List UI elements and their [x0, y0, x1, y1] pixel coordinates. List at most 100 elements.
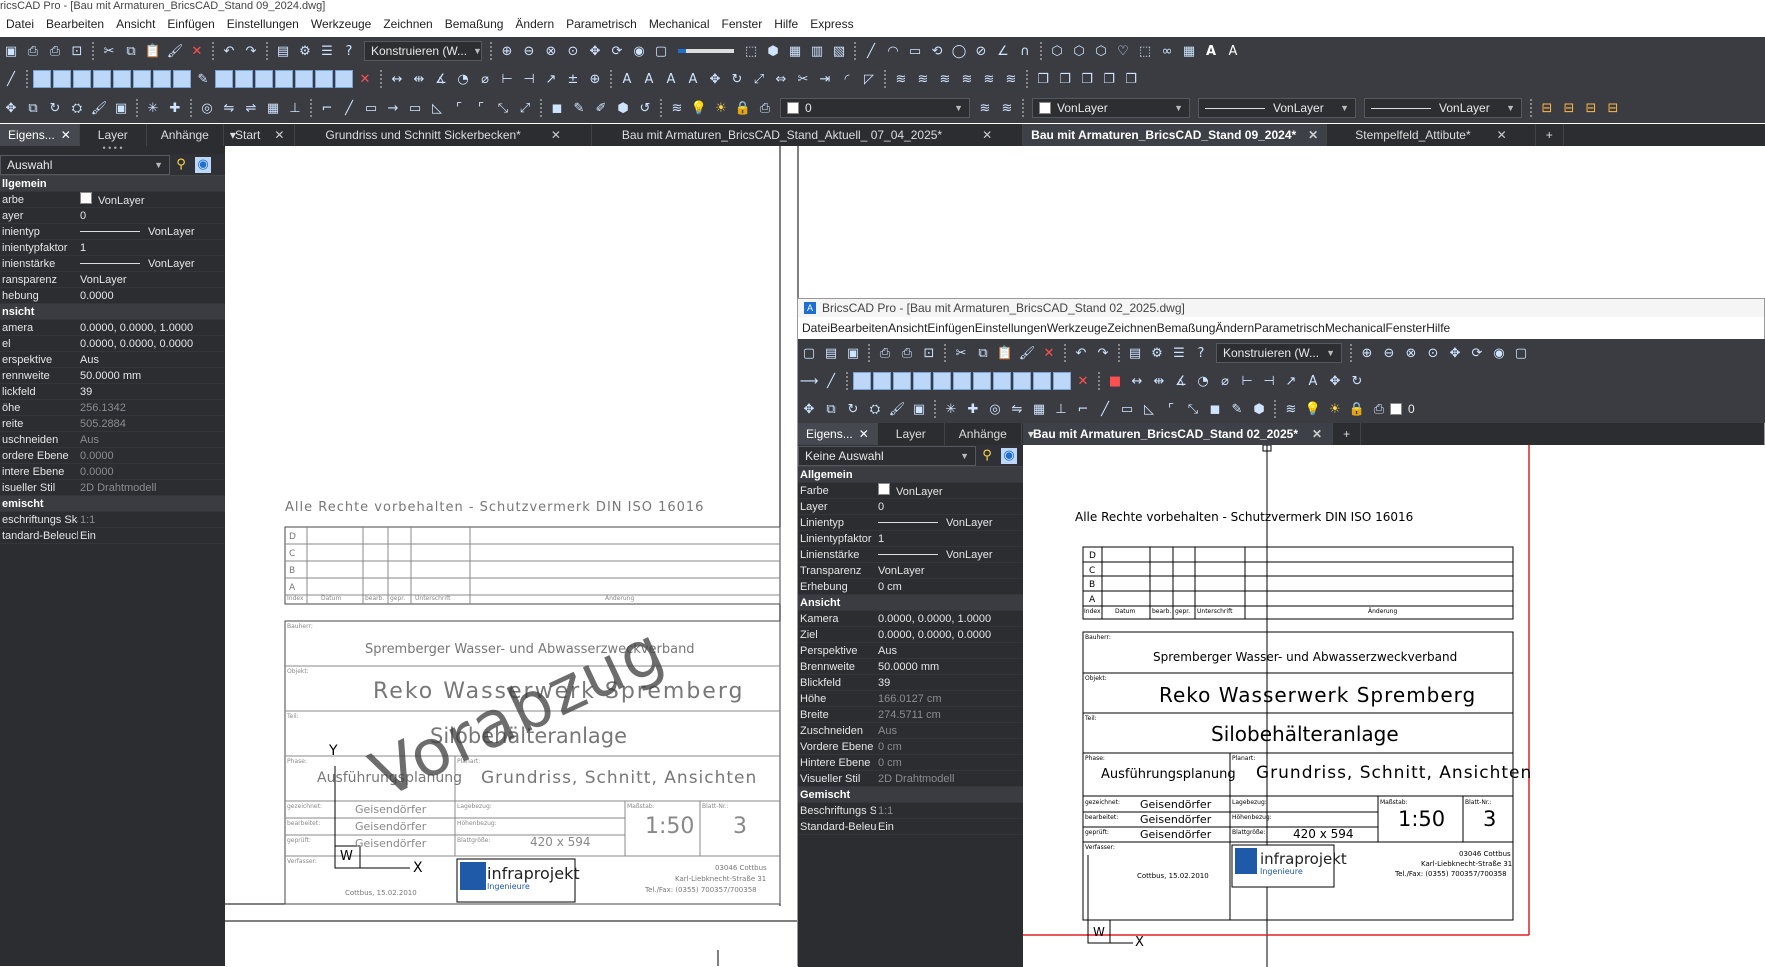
- snap-endpoint[interactable]: [853, 372, 871, 390]
- property-section[interactable]: llgemein: [0, 176, 225, 192]
- plot-icon[interactable]: ⎙: [47, 43, 63, 59]
- window-5-icon[interactable]: ❐: [1123, 71, 1139, 87]
- property-row[interactable]: uschneiden Aus: [0, 432, 225, 448]
- paste-icon[interactable]: 📋: [997, 345, 1013, 361]
- property-value[interactable]: VonLayer: [78, 226, 225, 238]
- selection-select[interactable]: Auswahl ▼: [0, 154, 170, 175]
- dim-aligned-icon[interactable]: ⇹: [1151, 373, 1167, 389]
- preview-icon[interactable]: ⊡: [69, 43, 85, 59]
- window-3-icon[interactable]: ❐: [1079, 71, 1095, 87]
- property-section[interactable]: Gemischt: [798, 787, 1023, 803]
- layer-tools-2-icon[interactable]: ≋: [915, 71, 931, 87]
- layer-tools-4-icon[interactable]: ≋: [959, 71, 975, 87]
- snap-off-icon[interactable]: ✕: [1075, 373, 1091, 389]
- save-icon[interactable]: ▣: [3, 43, 19, 59]
- property-section[interactable]: emischt: [0, 496, 225, 512]
- pan-icon[interactable]: ✥: [587, 43, 603, 59]
- property-value[interactable]: 0 cm: [876, 757, 1023, 769]
- menu-item-parametrisch[interactable]: Parametrisch: [1254, 321, 1325, 335]
- stretch-tool-icon[interactable]: ⤢: [517, 100, 533, 116]
- rect-2-icon[interactable]: ▭: [407, 100, 423, 116]
- highlight-icon[interactable]: ✐: [593, 100, 609, 116]
- snap-tangent[interactable]: [1013, 372, 1031, 390]
- property-row[interactable]: Höhe 166.0127 cm: [798, 691, 1023, 707]
- quick-select-icon[interactable]: ◉: [1001, 447, 1017, 464]
- property-value[interactable]: 0 cm: [876, 581, 1023, 593]
- dim-diameter-icon[interactable]: ⌀: [477, 71, 493, 87]
- printer-icon[interactable]: ⎙: [757, 100, 773, 116]
- property-value[interactable]: 0: [876, 501, 1023, 513]
- color-select[interactable]: VonLayer ▼: [1032, 98, 1190, 118]
- property-row[interactable]: Farbe VonLayer: [798, 483, 1023, 499]
- tab-attachments[interactable]: Anhänge: [147, 124, 224, 146]
- property-value[interactable]: 1: [876, 533, 1023, 545]
- undo-icon[interactable]: ↶: [221, 43, 237, 59]
- property-row[interactable]: hebung 0.0000: [0, 288, 225, 304]
- draw-line-icon[interactable]: ╱: [823, 373, 839, 389]
- cut-icon[interactable]: ✂: [953, 345, 969, 361]
- close-icon[interactable]: ✕: [551, 128, 561, 142]
- scale-tool-icon[interactable]: ⤡: [1185, 401, 1201, 417]
- fill-icon[interactable]: ◼: [549, 100, 565, 116]
- menu-item-bemaßung[interactable]: Bemaßung: [439, 17, 510, 31]
- break-icon[interactable]: ⌐: [1075, 401, 1091, 417]
- snap-perpendicular[interactable]: [993, 372, 1011, 390]
- doc-tab-sickerbecken[interactable]: Grundriss und Schnitt Sickerbecken* ✕: [295, 124, 592, 146]
- snap-perpendicular[interactable]: [173, 70, 191, 88]
- property-row[interactable]: lickfeld 39: [0, 384, 225, 400]
- filter-icon[interactable]: ⚲: [173, 157, 189, 173]
- grid-icon[interactable]: ▦: [787, 43, 803, 59]
- dim-continue-icon[interactable]: ⊣: [1261, 373, 1277, 389]
- scale-icon[interactable]: ⤢: [751, 71, 767, 87]
- property-row[interactable]: Layer 0: [798, 499, 1023, 515]
- dim-radius-icon[interactable]: ◔: [1195, 373, 1211, 389]
- menu-item-mechanical[interactable]: Mechanical: [643, 17, 716, 31]
- snap-nearest[interactable]: [1033, 372, 1051, 390]
- property-value[interactable]: 50.0000 mm: [876, 661, 1023, 673]
- menu-item-bearbeiten[interactable]: Bearbeiten: [40, 17, 110, 31]
- table-icon[interactable]: ▥: [809, 43, 825, 59]
- tolerance-icon[interactable]: ±: [565, 71, 581, 87]
- copy-icon[interactable]: ⧉: [975, 345, 991, 361]
- leader-icon[interactable]: ↗: [543, 71, 559, 87]
- scale-tool-icon[interactable]: ⤡: [495, 100, 511, 116]
- preview-icon[interactable]: ⊡: [921, 345, 937, 361]
- edit-icon[interactable]: ✎: [1229, 401, 1245, 417]
- filter-icon[interactable]: ⚲: [979, 448, 995, 464]
- menu-item-werkzeuge[interactable]: Werkzeuge: [1047, 321, 1107, 335]
- zoom-in-icon[interactable]: ⊕: [499, 43, 515, 59]
- menu-item-werkzeuge[interactable]: Werkzeuge: [305, 17, 377, 31]
- snap-mid2[interactable]: [315, 70, 333, 88]
- layer-tools-5-icon[interactable]: ≋: [981, 71, 997, 87]
- property-row[interactable]: Vordere Ebene 0 cm: [798, 739, 1023, 755]
- property-value[interactable]: 0.0000, 0.0000, 1.0000: [876, 613, 1023, 625]
- layer-prev-icon[interactable]: ≋: [977, 100, 993, 116]
- extend-icon[interactable]: ⇥: [817, 71, 833, 87]
- property-row[interactable]: ayer 0: [0, 208, 225, 224]
- property-row[interactable]: inientyp VonLayer: [0, 224, 225, 240]
- doc-tab-2025[interactable]: Bau mit Armaturen_BricsCAD_Stand 02_2025…: [1023, 423, 1334, 445]
- property-value[interactable]: VonLayer: [876, 517, 1023, 529]
- doc-tab-2024[interactable]: Bau mit Armaturen_BricsCAD_Stand 09_2024…: [1023, 124, 1328, 146]
- cube-view-icon[interactable]: ⬡: [1049, 43, 1065, 59]
- line-tool-icon[interactable]: ╱: [1097, 401, 1113, 417]
- mirror-icon[interactable]: ⇋: [1009, 401, 1025, 417]
- array-icon[interactable]: ▦: [265, 100, 281, 116]
- snap-node[interactable]: [93, 70, 111, 88]
- snap-intersection[interactable]: [953, 372, 971, 390]
- snap-insertion[interactable]: [973, 372, 991, 390]
- property-row[interactable]: reite 505.2884: [0, 416, 225, 432]
- property-value[interactable]: 1:1: [78, 514, 225, 526]
- chevron-down-icon[interactable]: ▾: [1022, 423, 1040, 445]
- menu-item-datei[interactable]: Datei: [0, 17, 40, 31]
- property-row[interactable]: isueller Stil 2D Drahtmodell: [0, 480, 225, 496]
- frame-tool-icon[interactable]: ▣: [911, 401, 927, 417]
- menu-item-bearbeiten[interactable]: Bearbeiten: [830, 321, 888, 335]
- property-row[interactable]: el 0.0000, 0.0000, 0.0000: [0, 336, 225, 352]
- dim-diameter-icon[interactable]: ⌀: [1217, 373, 1233, 389]
- window-4-icon[interactable]: ❐: [1101, 71, 1117, 87]
- property-value[interactable]: VonLayer: [876, 483, 1023, 498]
- property-value[interactable]: VonLayer: [78, 192, 225, 207]
- property-value[interactable]: 0.0000, 0.0000, 0.0000: [78, 338, 225, 350]
- menu-item-hilfe[interactable]: Hilfe: [768, 17, 804, 31]
